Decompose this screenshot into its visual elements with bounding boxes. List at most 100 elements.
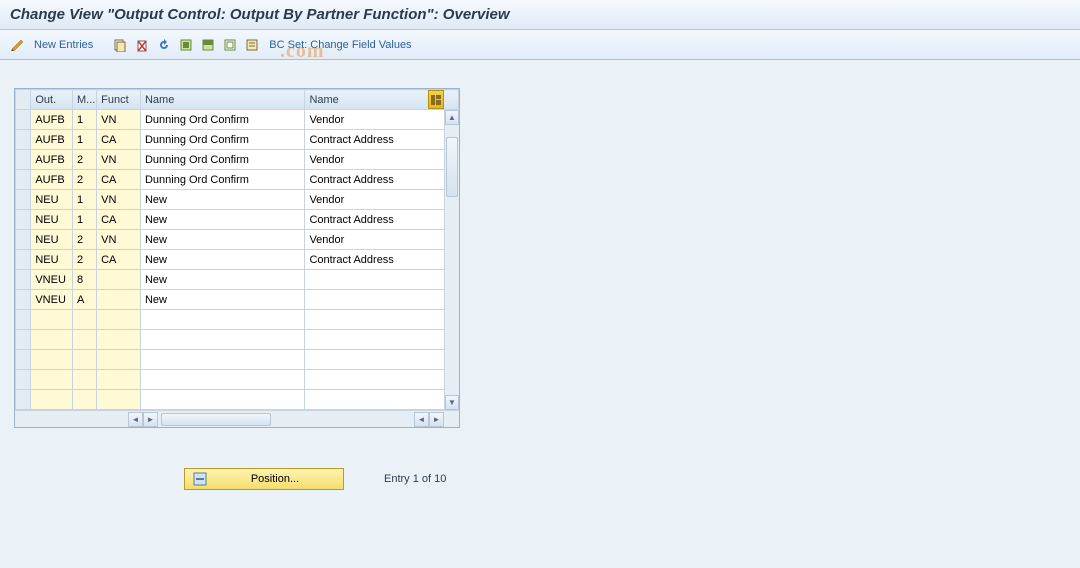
row-marker[interactable]	[16, 350, 31, 370]
row-marker[interactable]	[16, 290, 31, 310]
toggle-icon[interactable]	[8, 36, 26, 54]
cell-out[interactable]	[31, 310, 73, 330]
cell-name1[interactable]: New	[140, 230, 304, 250]
row-marker[interactable]	[16, 170, 31, 190]
table-row-empty[interactable]	[16, 330, 459, 350]
cell-name2[interactable]	[305, 330, 459, 350]
table-row[interactable]: VNEUA New	[16, 290, 459, 310]
horizontal-scrollbar[interactable]: ◄ ► ◄ ►	[15, 410, 459, 427]
cell-name2[interactable]: Vendor	[305, 230, 459, 250]
col-header-m[interactable]: M...	[73, 90, 97, 110]
table-row-empty[interactable]	[16, 390, 459, 410]
vertical-scrollbar[interactable]: ▲ ▼	[444, 110, 459, 410]
cell-name2[interactable]	[305, 350, 459, 370]
cell-name2[interactable]	[305, 370, 459, 390]
cell-funct[interactable]	[97, 290, 141, 310]
table-row[interactable]: AUFB2VNDunning Ord ConfirmVendor	[16, 150, 459, 170]
row-marker[interactable]	[16, 370, 31, 390]
table-settings-icon[interactable]	[428, 90, 444, 109]
row-marker[interactable]	[16, 310, 31, 330]
cell-out[interactable]	[31, 390, 73, 410]
cell-m[interactable]: 1	[73, 190, 97, 210]
scroll-up-icon[interactable]: ▲	[445, 110, 459, 125]
cell-name1[interactable]: New	[140, 290, 304, 310]
cell-name1[interactable]: New	[140, 190, 304, 210]
scroll-right-inner-icon[interactable]: ►	[143, 412, 158, 427]
cell-funct[interactable]	[97, 310, 141, 330]
table-row-empty[interactable]	[16, 350, 459, 370]
bc-set-button[interactable]: BC Set: Change Field Values	[265, 37, 415, 53]
cell-m[interactable]: 2	[73, 150, 97, 170]
cell-name1[interactable]	[140, 390, 304, 410]
cell-name2[interactable]: Vendor	[305, 190, 459, 210]
cell-m[interactable]: A	[73, 290, 97, 310]
cell-name2[interactable]	[305, 390, 459, 410]
scroll-thumb-h[interactable]	[161, 413, 271, 426]
cell-m[interactable]	[73, 310, 97, 330]
cell-name1[interactable]: New	[140, 270, 304, 290]
cell-funct[interactable]: CA	[97, 130, 141, 150]
cell-name2[interactable]: Vendor	[305, 110, 459, 130]
cell-out[interactable]: AUFB	[31, 170, 73, 190]
cell-funct[interactable]: VN	[97, 110, 141, 130]
cell-name1[interactable]: New	[140, 250, 304, 270]
table-row[interactable]: VNEU8New	[16, 270, 459, 290]
deselect-all-icon[interactable]	[221, 36, 239, 54]
row-marker[interactable]	[16, 190, 31, 210]
cell-funct[interactable]	[97, 370, 141, 390]
cell-name2[interactable]	[305, 290, 459, 310]
cell-funct[interactable]	[97, 390, 141, 410]
cell-funct[interactable]	[97, 330, 141, 350]
cell-name2[interactable]	[305, 270, 459, 290]
scroll-left-icon[interactable]: ◄	[128, 412, 143, 427]
table-row-empty[interactable]	[16, 310, 459, 330]
scroll-down-icon[interactable]: ▼	[445, 395, 459, 410]
undo-icon[interactable]	[155, 36, 173, 54]
cell-m[interactable]	[73, 390, 97, 410]
cell-name1[interactable]: Dunning Ord Confirm	[140, 110, 304, 130]
col-header-out[interactable]: Out.	[31, 90, 73, 110]
cell-m[interactable]: 2	[73, 250, 97, 270]
cell-m[interactable]: 8	[73, 270, 97, 290]
cell-m[interactable]: 2	[73, 230, 97, 250]
row-marker[interactable]	[16, 390, 31, 410]
cell-m[interactable]: 1	[73, 110, 97, 130]
config-icon[interactable]	[243, 36, 261, 54]
cell-out[interactable]: VNEU	[31, 290, 73, 310]
cell-name1[interactable]	[140, 330, 304, 350]
select-all-icon[interactable]	[177, 36, 195, 54]
cell-name1[interactable]: Dunning Ord Confirm	[140, 150, 304, 170]
row-marker[interactable]	[16, 110, 31, 130]
table-row[interactable]: AUFB1CADunning Ord ConfirmContract Addre…	[16, 130, 459, 150]
cell-funct[interactable]: VN	[97, 150, 141, 170]
row-marker[interactable]	[16, 250, 31, 270]
table-row[interactable]: AUFB1VNDunning Ord ConfirmVendor	[16, 110, 459, 130]
cell-name2[interactable]: Vendor	[305, 150, 459, 170]
cell-funct[interactable]	[97, 270, 141, 290]
row-marker[interactable]	[16, 330, 31, 350]
cell-out[interactable]: AUFB	[31, 150, 73, 170]
cell-out[interactable]: NEU	[31, 190, 73, 210]
cell-name1[interactable]: New	[140, 210, 304, 230]
row-marker[interactable]	[16, 230, 31, 250]
select-all-corner[interactable]	[16, 90, 31, 110]
cell-out[interactable]: AUFB	[31, 110, 73, 130]
copy-icon[interactable]	[111, 36, 129, 54]
cell-out[interactable]	[31, 370, 73, 390]
scroll-right-icon[interactable]: ►	[429, 412, 444, 427]
position-button[interactable]: Position...	[184, 468, 344, 490]
table-row[interactable]: NEU2CANewContract Address	[16, 250, 459, 270]
cell-out[interactable]	[31, 330, 73, 350]
cell-m[interactable]	[73, 330, 97, 350]
cell-m[interactable]: 1	[73, 210, 97, 230]
cell-m[interactable]	[73, 370, 97, 390]
cell-name1[interactable]: Dunning Ord Confirm	[140, 170, 304, 190]
row-marker[interactable]	[16, 270, 31, 290]
table-row-empty[interactable]	[16, 370, 459, 390]
table-row[interactable]: NEU1VNNewVendor	[16, 190, 459, 210]
cell-funct[interactable]: CA	[97, 170, 141, 190]
cell-name2[interactable]: Contract Address	[305, 170, 459, 190]
cell-out[interactable]: AUFB	[31, 130, 73, 150]
table-row[interactable]: AUFB2CADunning Ord ConfirmContract Addre…	[16, 170, 459, 190]
cell-funct[interactable]: VN	[97, 190, 141, 210]
